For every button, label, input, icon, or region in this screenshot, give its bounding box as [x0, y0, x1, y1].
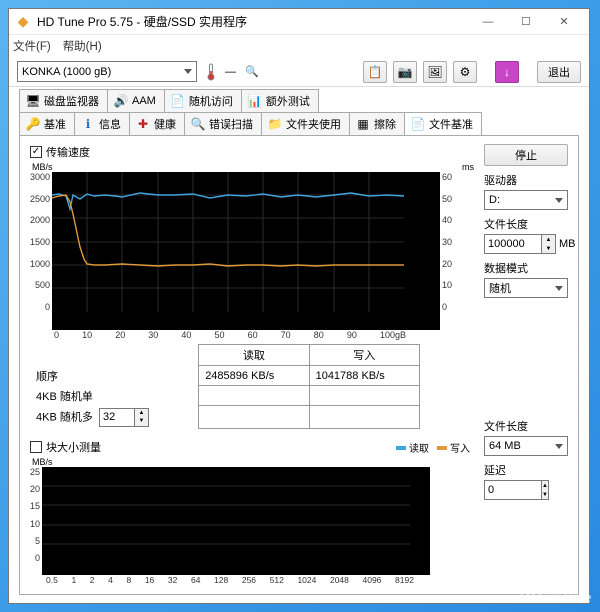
tab-panel-file-benchmark: ✓ 传输速度 MB/s ms 300025002000150010005000: [19, 135, 579, 595]
queue-depth-input[interactable]: [99, 408, 135, 427]
titlebar[interactable]: ◆ HD Tune Pro 5.75 - 硬盘/SSD 实用程序 — ☐ ✕: [9, 9, 589, 35]
row-4kb-single: 4KB 随机单: [30, 386, 420, 406]
magnifier-icon: 🔍: [244, 63, 260, 81]
device-select-value: KONKA (1000 gB): [22, 66, 111, 78]
chart2-y: 2520151050: [30, 467, 42, 563]
tab-error-scan[interactable]: 🔍错误扫描: [184, 112, 262, 135]
speaker-icon: 🔊: [114, 94, 128, 108]
window-title: HD Tune Pro 5.75 - 硬盘/SSD 实用程序: [37, 13, 469, 30]
row-sequential: 顺序2485896 KB/s1041788 KB/s: [30, 366, 420, 386]
seq-read-value: 2485896 KB/s: [199, 366, 309, 386]
thermometer-icon: [203, 63, 219, 81]
copy-screenshot-button[interactable]: 📷: [393, 61, 417, 83]
save-screenshot-button[interactable]: 🖼: [423, 61, 447, 83]
drive-label: 驱动器: [484, 172, 568, 188]
tab-benchmark[interactable]: 🔑基准: [19, 112, 75, 135]
toolbar: KONKA (1000 gB) — 🔍 📋 📷 🖼 ⚙ ↓ 退出: [9, 57, 589, 87]
folder-icon: 📁: [268, 117, 282, 131]
chart2-plot: [42, 467, 430, 575]
transfer-speed-chart: MB/s ms 300025002000150010005000: [30, 162, 476, 340]
file-length2-label: 文件长度: [484, 418, 568, 434]
qd-spinner[interactable]: ▲▼: [135, 408, 149, 427]
chevron-down-icon: [184, 69, 192, 74]
monitor-icon: 🖥: [26, 94, 40, 108]
device-select[interactable]: KONKA (1000 gB): [17, 61, 197, 82]
chevron-down-icon: [555, 444, 563, 449]
file-length-input[interactable]: ▲▼: [484, 234, 556, 254]
tab-extra-tests[interactable]: 📊额外测试: [241, 89, 319, 112]
file-length2-select[interactable]: 64 MB: [484, 436, 568, 456]
data-mode-select[interactable]: 随机: [484, 278, 568, 298]
delay-input[interactable]: ▲▼: [484, 480, 544, 500]
scan-icon: 🔍: [191, 117, 205, 131]
chart1-x: 0102030405060708090100gB: [54, 330, 406, 340]
col-read: 读取: [199, 345, 309, 366]
tab-health[interactable]: ✚健康: [129, 112, 185, 135]
chart1-y-left: 300025002000150010005000: [30, 172, 52, 312]
transfer-speed-checkbox[interactable]: ✓ 传输速度: [30, 144, 476, 160]
checkbox-checked-icon: ✓: [30, 146, 42, 158]
stop-button[interactable]: 停止: [484, 144, 568, 166]
file-bench-icon: 📄: [411, 117, 425, 131]
extra-icon: 📊: [248, 94, 262, 108]
tab-random-access[interactable]: 📄随机访问: [164, 89, 242, 112]
options-button[interactable]: ⚙: [453, 61, 477, 83]
minimize-button[interactable]: —: [469, 12, 507, 32]
chevron-down-icon: [555, 286, 563, 291]
maximize-button[interactable]: ☐: [507, 12, 545, 32]
benchmark-icon: 🔑: [26, 117, 40, 131]
side-panel: 停止 驱动器 D: 文件长度 ▲▼ MB 数据模式 随机 文件长度 64 MB: [484, 144, 568, 586]
tab-folder-usage[interactable]: 📁文件夹使用: [261, 112, 350, 135]
delay-label: 延迟: [484, 462, 568, 478]
chart1-plot: [52, 172, 440, 330]
close-button[interactable]: ✕: [545, 12, 583, 32]
data-mode-label: 数据模式: [484, 260, 568, 276]
menu-help[interactable]: 帮助(H): [63, 38, 102, 54]
random-icon: 📄: [171, 94, 185, 108]
watermark: PConline: [519, 590, 592, 608]
tab-strip: 🖥磁盘监视器 🔊AAM 📄随机访问 📊额外测试 🔑基准 ℹ信息 ✚健康 🔍错误扫…: [9, 87, 589, 135]
results-table: 读取写入 顺序2485896 KB/s1041788 KB/s 4KB 随机单 …: [30, 344, 476, 429]
app-window: ◆ HD Tune Pro 5.75 - 硬盘/SSD 实用程序 — ☐ ✕ 文…: [8, 8, 590, 604]
tab-file-benchmark[interactable]: 📄文件基准: [404, 112, 482, 135]
seq-write-value: 1041788 KB/s: [309, 366, 419, 386]
exit-button[interactable]: 退出: [537, 61, 581, 83]
col-write: 写入: [309, 345, 419, 366]
tab-disk-monitor[interactable]: 🖥磁盘监视器: [19, 89, 108, 112]
file-length-label: 文件长度: [484, 216, 568, 232]
temperature-value: —: [225, 66, 236, 78]
chart2-legend: 读取 写入: [396, 440, 476, 455]
chart1-y-right: 6050403020100: [440, 172, 452, 312]
chart2-x: 0.512481632641282565121024204840968192: [46, 575, 414, 585]
menubar: 文件(F) 帮助(H): [9, 35, 589, 57]
app-icon: ◆: [15, 14, 31, 30]
file-length-unit: MB: [559, 238, 576, 250]
tab-erase[interactable]: ▦擦除: [349, 112, 405, 135]
info-icon: ℹ: [81, 117, 95, 131]
tab-aam[interactable]: 🔊AAM: [107, 89, 165, 112]
menu-file[interactable]: 文件(F): [13, 38, 51, 54]
row-4kb-multi: 4KB 随机多 ▲▼: [30, 406, 420, 429]
chevron-down-icon: [555, 198, 563, 203]
checkbox-unchecked-icon: [30, 441, 42, 453]
save-button[interactable]: ↓: [495, 61, 519, 83]
tab-info[interactable]: ℹ信息: [74, 112, 130, 135]
blocksize-checkbox[interactable]: 块大小测量: [30, 439, 101, 455]
health-icon: ✚: [136, 117, 150, 131]
drive-select[interactable]: D:: [484, 190, 568, 210]
erase-icon: ▦: [356, 117, 370, 131]
copy-info-button[interactable]: 📋: [363, 61, 387, 83]
